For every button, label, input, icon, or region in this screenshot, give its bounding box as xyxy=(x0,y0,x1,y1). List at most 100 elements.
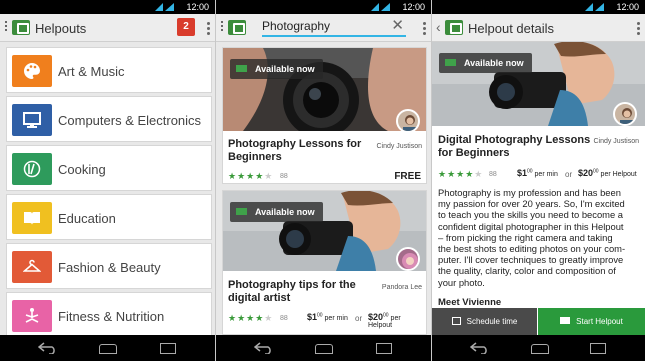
price-cents: 00 xyxy=(527,168,533,175)
video-camera-icon xyxy=(445,59,456,66)
price-cents: 00 xyxy=(383,312,389,319)
start-helpout-button[interactable]: Start Helpout xyxy=(538,308,645,335)
up-arrow-icon[interactable]: ‹ xyxy=(436,19,441,35)
rating-stars: ★★★★★ xyxy=(228,313,274,323)
category-art-music[interactable]: Art & Music xyxy=(6,47,212,93)
category-fashion-beauty[interactable]: Fashion & Beauty xyxy=(6,243,212,289)
category-list: Art & Music Computers & Electronics Cook… xyxy=(6,47,212,341)
helpout-details-screen: 12:00 ‹ Helpout details Available now Di… xyxy=(432,0,645,361)
description-line: Photography is my profession and has bee… xyxy=(438,187,621,198)
home-icon[interactable] xyxy=(99,344,117,354)
available-label: Available now xyxy=(255,64,315,74)
title-line: Photography tips for the xyxy=(228,279,356,291)
recent-apps-icon[interactable] xyxy=(376,343,392,354)
author-name: Cindy Justison xyxy=(593,138,639,145)
category-label: Art & Music xyxy=(58,64,125,79)
back-icon[interactable] xyxy=(38,342,58,354)
helpout-card[interactable]: Available now Photography tips for the d… xyxy=(222,190,427,335)
schedule-time-button[interactable]: Schedule time xyxy=(432,308,537,335)
avatar[interactable] xyxy=(396,109,420,131)
search-bar: ✕ xyxy=(262,17,406,37)
status-bar: 12:00 xyxy=(216,0,431,14)
clear-search-icon[interactable]: ✕ xyxy=(391,18,404,34)
clock: 12:00 xyxy=(402,2,425,12)
helpouts-logo-icon[interactable] xyxy=(228,20,246,35)
author-name: Pandora Lee xyxy=(381,284,422,291)
book-icon xyxy=(12,202,52,234)
helpout-card[interactable]: Available now Photography Lessons for Be… xyxy=(222,47,427,184)
category-computers-electronics[interactable]: Computers & Electronics xyxy=(6,96,212,142)
overflow-menu-icon[interactable] xyxy=(637,22,640,25)
clock: 12:00 xyxy=(186,2,209,12)
category-label: Cooking xyxy=(58,162,106,177)
category-label: Education xyxy=(58,211,116,226)
title-line: Photography Lessons for xyxy=(228,138,362,150)
video-camera-icon xyxy=(236,65,247,72)
title-line: digital artist xyxy=(228,292,291,304)
hanger-icon xyxy=(12,251,52,283)
status-bar: 12:00 xyxy=(432,0,645,14)
category-education[interactable]: Education xyxy=(6,194,212,240)
description-line: – from picking the right camera and taki… xyxy=(438,231,613,243)
back-icon[interactable] xyxy=(254,342,274,354)
avatar[interactable] xyxy=(396,247,420,271)
helpouts-logo-icon[interactable] xyxy=(445,20,463,35)
rating-count: 88 xyxy=(280,315,288,322)
rating-count: 88 xyxy=(280,173,288,180)
meet-heading: Meet Vivienne xyxy=(438,297,502,308)
description-line: my passion for over 20 years. So, I'm ex… xyxy=(438,198,625,210)
or-separator: or xyxy=(565,170,573,179)
home-icon[interactable] xyxy=(531,344,549,354)
price-unit: per min xyxy=(324,315,348,322)
video-camera-icon xyxy=(236,208,247,215)
avatar[interactable] xyxy=(613,102,637,126)
palette-icon xyxy=(12,55,52,87)
description-line: your photo. xyxy=(438,276,485,288)
helpouts-screen: 12:00 Helpouts 2 Art & Music Computers &… xyxy=(0,0,215,361)
title-line: for Beginners xyxy=(438,147,510,159)
category-cooking[interactable]: Cooking xyxy=(6,145,212,191)
nav-bar xyxy=(216,335,431,361)
available-now-chip: Available now xyxy=(230,202,323,222)
button-label: Schedule time xyxy=(466,317,518,326)
price-unit: per min xyxy=(534,171,558,178)
home-icon[interactable] xyxy=(315,344,333,354)
course-title: Digital Photography Lessons for Beginner… xyxy=(438,134,590,160)
price-per-helpout: $2000 per Helpout xyxy=(368,312,426,329)
notification-badge[interactable]: 2 xyxy=(177,18,195,36)
recent-apps-icon[interactable] xyxy=(160,343,176,354)
category-fitness-nutrition[interactable]: Fitness & Nutrition xyxy=(6,292,212,338)
recent-apps-icon[interactable] xyxy=(590,343,606,354)
available-now-chip: Available now xyxy=(230,59,323,79)
signal-icon xyxy=(585,3,607,11)
category-label: Fashion & Beauty xyxy=(58,260,161,275)
available-label: Available now xyxy=(255,207,315,217)
price-dollars: $1 xyxy=(307,312,318,322)
price-unit: per Helpout xyxy=(600,171,637,178)
signal-icon xyxy=(371,3,393,11)
search-input[interactable] xyxy=(262,17,382,35)
price-dollars: $20 xyxy=(368,312,384,322)
overflow-menu-icon[interactable] xyxy=(207,22,210,25)
title-line: Digital Photography Lessons xyxy=(438,134,591,146)
category-label: Computers & Electronics xyxy=(58,113,202,128)
price-cents: 00 xyxy=(317,312,323,319)
overflow-menu-icon[interactable] xyxy=(423,22,426,25)
price-dollars: $1 xyxy=(517,168,528,178)
nav-bar xyxy=(432,335,645,361)
back-icon[interactable] xyxy=(470,342,490,354)
utensils-icon xyxy=(12,153,52,185)
button-label: Start Helpout xyxy=(576,317,623,326)
search-results-screen: 12:00 ✕ Available now xyxy=(216,0,431,361)
price-per-min: $100 per min xyxy=(517,168,558,178)
rating-stars: ★★★★★ xyxy=(228,171,274,181)
drawer-icon[interactable] xyxy=(5,21,7,23)
drawer-icon[interactable] xyxy=(221,21,223,23)
clock: 12:00 xyxy=(616,2,639,12)
helpouts-logo-icon[interactable] xyxy=(12,20,30,35)
action-bar: ‹ Helpout details xyxy=(432,14,645,42)
nav-bar xyxy=(0,335,215,361)
price-per-helpout: $2000 per Helpout xyxy=(578,168,637,178)
description-line: confident digital photographer in this H… xyxy=(438,220,624,232)
price-label: FREE xyxy=(394,171,421,182)
